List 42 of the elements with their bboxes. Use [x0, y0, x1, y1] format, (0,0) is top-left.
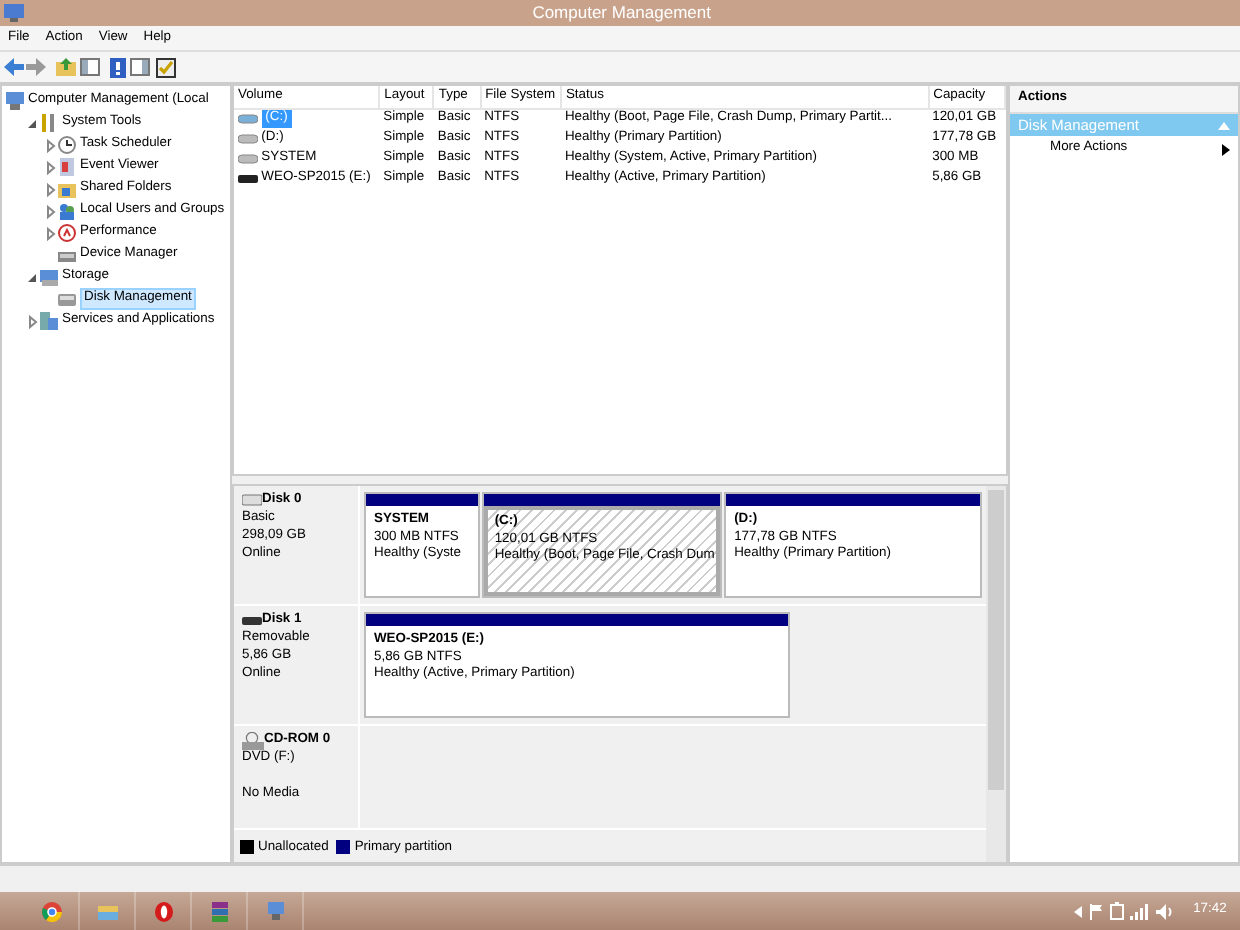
gauge-icon	[58, 224, 76, 242]
opera-icon[interactable]	[153, 901, 173, 921]
back-arrow-icon[interactable]	[3, 58, 24, 76]
chevron-left-icon[interactable]	[1074, 905, 1083, 917]
services-icon	[40, 312, 58, 330]
clock-icon	[58, 136, 76, 154]
expand-arrow-icon[interactable]	[42, 159, 58, 175]
expand-arrow-icon[interactable]	[42, 203, 58, 219]
expand-arrow-icon[interactable]	[42, 225, 58, 241]
removable-drive-icon	[242, 615, 262, 626]
forward-arrow-icon[interactable]	[26, 58, 47, 76]
pane-view-icon[interactable]	[129, 58, 150, 76]
app-icon	[3, 4, 24, 22]
folder-up-icon[interactable]	[56, 58, 77, 76]
caret-up-icon[interactable]	[1218, 121, 1230, 130]
removable-drive-icon	[238, 173, 258, 184]
expand-arrow-icon[interactable]	[42, 137, 58, 153]
expand-arrow-icon[interactable]	[42, 181, 58, 197]
collapse-arrow-icon[interactable]	[24, 269, 40, 285]
storage-icon	[40, 268, 58, 286]
users-icon	[58, 202, 76, 220]
window-title: Computer Management	[530, 1, 713, 25]
device-icon	[58, 246, 76, 264]
archive-books-icon[interactable]	[209, 901, 229, 921]
signal-icon[interactable]	[1130, 903, 1149, 919]
flag-icon[interactable]	[1089, 903, 1103, 919]
collapse-arrow-icon[interactable]	[24, 115, 40, 131]
expand-arrow-icon[interactable]	[24, 313, 40, 329]
folder-icon[interactable]	[97, 901, 117, 921]
battery-icon[interactable]	[1109, 902, 1124, 920]
scrollbar-thumb[interactable]	[988, 490, 1004, 790]
log-icon	[58, 158, 76, 176]
submenu-arrow-icon	[1222, 143, 1230, 156]
disk-drive-icon	[58, 290, 76, 308]
computer-icon[interactable]	[265, 901, 285, 921]
speaker-icon[interactable]	[1155, 903, 1174, 919]
computer-icon	[6, 92, 24, 110]
help-icon[interactable]	[110, 57, 127, 77]
chrome-icon[interactable]	[41, 901, 61, 921]
folder-icon	[58, 180, 76, 198]
pane-view-icon[interactable]	[80, 58, 101, 76]
optical-drive-icon	[242, 732, 264, 750]
